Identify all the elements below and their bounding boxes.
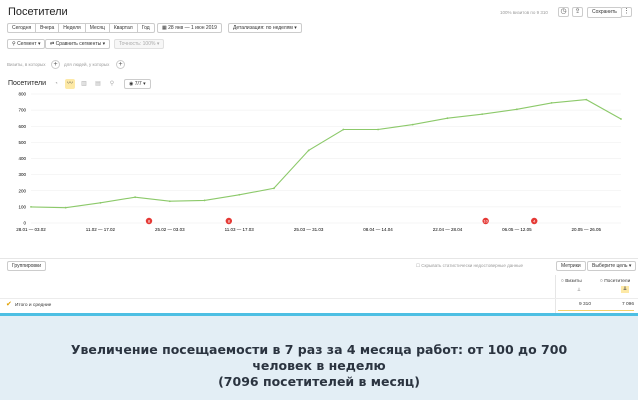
data-point [481, 113, 484, 116]
data-point [238, 193, 241, 196]
data-point [203, 199, 206, 202]
line-chart-icon[interactable]: 〰 [65, 79, 75, 89]
export-icon[interactable]: ⇪ [572, 7, 583, 17]
caption-line-1: Увеличение посещаемости в 7 раз за 4 мес… [70, 342, 568, 373]
period-today[interactable]: Сегодня [7, 23, 37, 33]
period-switcher: Сегодня Вчера Неделя Месяц Квартал Год [7, 23, 155, 33]
totals-underline [558, 310, 634, 311]
y-tick-label: 200 [18, 188, 26, 193]
chart-title: Посетители [8, 80, 46, 87]
sort-active-icon[interactable]: ⇊ [621, 286, 629, 293]
data-point [134, 196, 137, 199]
y-tick-label: 100 [18, 204, 26, 209]
data-point [620, 118, 622, 120]
hide-stats-checkbox[interactable]: ☐ Скрывать статистически недостоверные д… [416, 263, 523, 269]
detail-dropdown[interactable]: Детализация: по неделям ▾ [228, 23, 302, 33]
visits-filter-label: Визиты, в которых [7, 62, 46, 67]
caption-text: Увеличение посещаемости в 7 раз за 4 мес… [39, 342, 599, 390]
date-range-button[interactable]: ▦ 28 янв — 1 июн 2019 [157, 23, 222, 33]
visitors-line-chart: 0 100 200 300 400 500 600 700 800 28.01 — 03.02 11… [16, 92, 622, 232]
data-point [99, 201, 102, 204]
column-visitors[interactable]: ○ Посетители [600, 279, 630, 284]
series-selector[interactable]: ◉ 7/7 ▾ [124, 79, 151, 89]
y-tick-label: 500 [18, 140, 26, 145]
series-line [30, 99, 622, 209]
y-tick-label: 700 [18, 108, 26, 113]
y-tick-label: 400 [18, 156, 26, 161]
add-visit-filter-button[interactable]: + [51, 60, 60, 69]
period-year[interactable]: Год [136, 23, 155, 33]
period-quarter[interactable]: Квартал [108, 23, 138, 33]
data-point [585, 98, 588, 101]
totals-visitors-value: 7 096 [621, 302, 634, 307]
metrics-button[interactable]: Метрики [556, 261, 586, 271]
data-point [377, 128, 379, 131]
save-button[interactable]: Сохранить [587, 7, 622, 18]
caption-line-2: (7096 посетителей в месяц) [218, 374, 420, 389]
y-tick-label: 0 [23, 221, 26, 226]
y-tick-label: 800 [18, 92, 26, 97]
period-yesterday[interactable]: Вчера [35, 23, 60, 33]
people-filter-label: для людей, у которых [64, 62, 110, 67]
clock-icon[interactable]: ◷ [558, 7, 569, 17]
period-week[interactable]: Неделя [58, 23, 86, 33]
x-tick-label: 11.02 — 17.02 [86, 227, 116, 232]
totals-visits-value: 9 310 [578, 302, 591, 307]
page-title: Посетители [8, 6, 68, 18]
x-tick-label: 06.05 — 12.05 [502, 227, 532, 232]
data-point [342, 128, 345, 131]
grouping-bar [0, 258, 638, 274]
data-point [30, 205, 32, 208]
goal-dropdown[interactable]: Выберите цель ▾ [587, 261, 637, 271]
pie-chart-icon[interactable]: ◔ [51, 79, 61, 89]
data-point [168, 200, 171, 203]
data-point [64, 206, 67, 209]
period-month[interactable]: Месяц [84, 23, 110, 33]
annotation-label: 10 [483, 219, 488, 224]
segment-button[interactable]: ⚲ Сегмент ▾ [7, 39, 46, 49]
data-point [411, 123, 414, 126]
totals-checkbox-icon[interactable]: ✔ [6, 300, 12, 308]
x-tick-label: 28.01 — 03.02 [16, 227, 46, 232]
x-tick-label: 25.02 — 03.03 [155, 227, 185, 232]
x-tick-label: 22.04 — 28.04 [433, 227, 463, 232]
x-tick-label: 08.04 — 14.04 [363, 227, 393, 232]
y-tick-label: 600 [18, 124, 26, 129]
groupings-button[interactable]: Группировки [7, 261, 47, 271]
map-pin-icon[interactable]: ⚲ [107, 79, 117, 89]
accuracy-dropdown[interactable]: Точность: 100% ▾ [114, 39, 165, 49]
column-visits[interactable]: ○ Визиты [561, 279, 582, 284]
totals-row [0, 298, 638, 312]
x-tick-label: 20.05 — 26.05 [572, 227, 602, 232]
x-tick-label: 11.03 — 17.03 [225, 227, 255, 232]
add-people-filter-button[interactable]: + [116, 60, 125, 69]
more-icon[interactable]: ⋮ [621, 7, 632, 17]
bar-chart-icon[interactable]: ▥ [79, 79, 89, 89]
y-tick-label: 300 [18, 172, 26, 177]
data-point [446, 117, 449, 120]
data-point [515, 108, 518, 111]
data-point [550, 101, 553, 104]
data-point [307, 149, 310, 152]
stacked-chart-icon[interactable]: ▤ [93, 79, 103, 89]
chevron-down-icon: ▾ [292, 25, 297, 31]
data-point [273, 187, 275, 190]
sort-icon[interactable]: ⇊ [577, 287, 581, 293]
compare-segments-button[interactable]: ⇄ Сравнить сегменты ▾ [45, 39, 111, 49]
visits-note: 100% визитов по 9 310 [500, 10, 548, 15]
totals-label: Итого и средние [15, 303, 52, 308]
x-tick-label: 25.03 — 31.03 [294, 227, 324, 232]
